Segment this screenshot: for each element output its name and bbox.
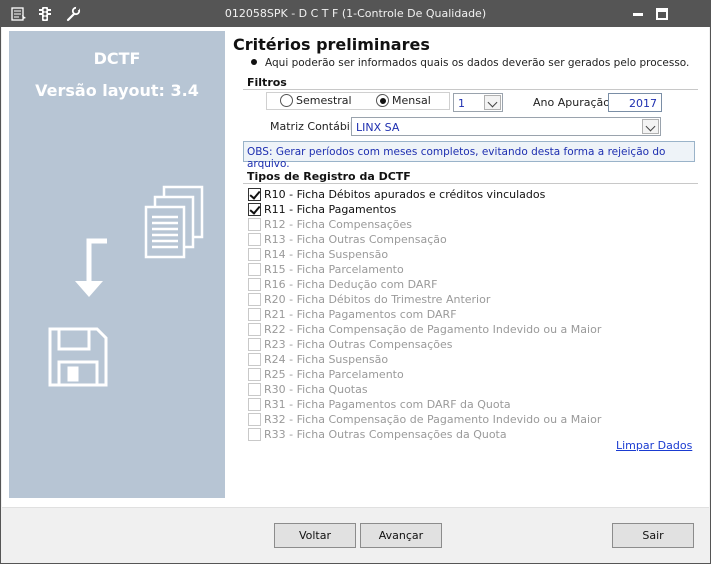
matriz-select-value: LINX SA (356, 121, 400, 134)
radio-mensal-circle[interactable] (376, 94, 389, 107)
registro-checkbox (248, 308, 261, 321)
registro-checkbox (248, 398, 261, 411)
registro-item[interactable]: R11 - Ficha Pagamentos (248, 203, 396, 216)
registro-item: R22 - Ficha Compensação de Pagamento Ind… (248, 323, 601, 336)
registro-checkbox (248, 353, 261, 366)
ano-label: Ano Apuração: (533, 96, 614, 109)
info-bullet: Aqui poderão ser informados quais os dad… (251, 57, 689, 69)
registro-checkbox (248, 413, 261, 426)
registro-item: R31 - Ficha Pagamentos com DARF da Quota (248, 398, 511, 411)
footer-bar: Voltar Avançar Sair (2, 507, 709, 563)
registro-item: R23 - Ficha Outras Compensações (248, 338, 452, 351)
title-bar: 012058SPK - D C T F (1-Controle De Quali… (1, 1, 710, 27)
registro-item: R24 - Ficha Suspensão (248, 353, 388, 366)
registro-label: R11 - Ficha Pagamentos (264, 203, 397, 216)
registro-checkbox (248, 263, 261, 276)
registro-checkbox (248, 428, 261, 441)
registro-item: R16 - Ficha Dedução com DARF (248, 278, 437, 291)
registro-label: R10 - Ficha Débitos apurados e créditos … (264, 188, 546, 201)
radio-mensal-label: Mensal (392, 94, 431, 107)
registro-item: R15 - Ficha Parcelamento (248, 263, 404, 276)
restore-icon[interactable] (652, 5, 672, 23)
page-title: Critérios preliminares (233, 35, 430, 54)
registro-checkbox (248, 383, 261, 396)
period-select[interactable]: 1 (453, 93, 503, 112)
client-area: DCTF Versão layout: 3.4 Critérios prelim… (2, 27, 709, 563)
matriz-select[interactable]: LINX SA (351, 117, 661, 136)
filters-label: Filtros (247, 76, 287, 89)
registro-checkbox (248, 218, 261, 231)
chevron-down-icon[interactable] (484, 95, 501, 110)
registro-label: R30 - Ficha Quotas (264, 383, 368, 396)
registro-label: R13 - Ficha Outras Compensação (264, 233, 447, 246)
registro-checkbox (248, 278, 261, 291)
ano-input-value: 2017 (629, 97, 657, 110)
registro-label: R33 - Ficha Outras Compensações da Quota (264, 428, 507, 441)
radio-semestral-label: Semestral (296, 94, 352, 107)
next-button-label: Avançar (378, 529, 424, 542)
registro-item: R33 - Ficha Outras Compensações da Quota (248, 428, 507, 441)
registro-label: R12 - Ficha Compensações (264, 218, 413, 231)
clear-data-link[interactable]: Limpar Dados (616, 439, 692, 452)
bullet-icon (251, 59, 257, 65)
registro-item: R20 - Ficha Débitos do Trimestre Anterio… (248, 293, 490, 306)
sidebar-subtitle: Versão layout: 3.4 (35, 81, 199, 100)
period-select-value: 1 (458, 97, 465, 110)
exit-button-label: Sair (642, 529, 664, 542)
registro-item: R12 - Ficha Compensações (248, 218, 412, 231)
registros-divider (243, 183, 698, 184)
app-window: 012058SPK - D C T F (1-Controle De Quali… (0, 0, 711, 564)
registro-item: R13 - Ficha Outras Compensação (248, 233, 447, 246)
minimize-icon[interactable] (628, 5, 648, 23)
registro-item: R14 - Ficha Suspensão (248, 248, 388, 261)
registro-label: R15 - Ficha Parcelamento (264, 263, 404, 276)
registro-label: R23 - Ficha Outras Compensações (264, 338, 453, 351)
registro-label: R21 - Ficha Pagamentos com DARF (264, 308, 457, 321)
main-panel: Critérios preliminares Aqui poderão ser … (233, 27, 703, 507)
registro-item: R25 - Ficha Parcelamento (248, 368, 404, 381)
window-title: 012058SPK - D C T F (1-Controle De Quali… (224, 7, 487, 20)
registro-checkbox (248, 293, 261, 306)
registro-checkbox[interactable] (248, 203, 261, 216)
documents-icon (144, 185, 206, 266)
registro-label: R16 - Ficha Dedução com DARF (264, 278, 438, 291)
matriz-label: Matriz Contábil: (270, 120, 357, 133)
registros-label: Tipos de Registro da DCTF (247, 170, 411, 183)
registro-item: R30 - Ficha Quotas (248, 383, 368, 396)
registro-item[interactable]: R10 - Ficha Débitos apurados e créditos … (248, 188, 545, 201)
back-button[interactable]: Voltar (274, 523, 356, 548)
registro-checkbox (248, 323, 261, 336)
sidebar-panel: DCTF Versão layout: 3.4 (9, 31, 225, 498)
exit-button[interactable]: Sair (612, 523, 694, 548)
registro-checkbox (248, 338, 261, 351)
next-button[interactable]: Avançar (360, 523, 442, 548)
registro-checkbox (248, 248, 261, 261)
chevron-down-icon[interactable] (642, 119, 659, 134)
registro-label: R14 - Ficha Suspensão (264, 248, 389, 261)
back-button-label: Voltar (298, 529, 332, 542)
sidebar-title: DCTF (93, 49, 141, 68)
registro-checkbox (248, 233, 261, 246)
registro-item: R32 - Ficha Compensação de Pagamento Ind… (248, 413, 601, 426)
filters-divider (243, 89, 698, 90)
registro-label: R24 - Ficha Suspensão (264, 353, 389, 366)
registro-label: R22 - Ficha Compensação de Pagamento Ind… (264, 323, 602, 336)
registro-checkbox (248, 368, 261, 381)
info-text: Aqui poderão ser informados quais os dad… (265, 57, 690, 69)
radio-semestral[interactable]: Semestral (280, 94, 352, 107)
floppy-disk-icon (47, 326, 109, 391)
radio-mensal[interactable]: Mensal (376, 94, 431, 107)
registro-label: R25 - Ficha Parcelamento (264, 368, 404, 381)
obs-note: OBS: Gerar períodos com meses completos,… (243, 141, 695, 170)
registro-item: R21 - Ficha Pagamentos com DARF (248, 308, 457, 321)
registro-label: R32 - Ficha Compensação de Pagamento Ind… (264, 413, 602, 426)
registro-checkbox[interactable] (248, 188, 261, 201)
registro-label: R20 - Ficha Débitos do Trimestre Anterio… (264, 293, 491, 306)
ano-input[interactable]: 2017 (608, 93, 662, 112)
arrow-down-icon (69, 235, 109, 302)
registro-label: R31 - Ficha Pagamentos com DARF da Quota (264, 398, 511, 411)
radio-semestral-circle[interactable] (280, 94, 293, 107)
